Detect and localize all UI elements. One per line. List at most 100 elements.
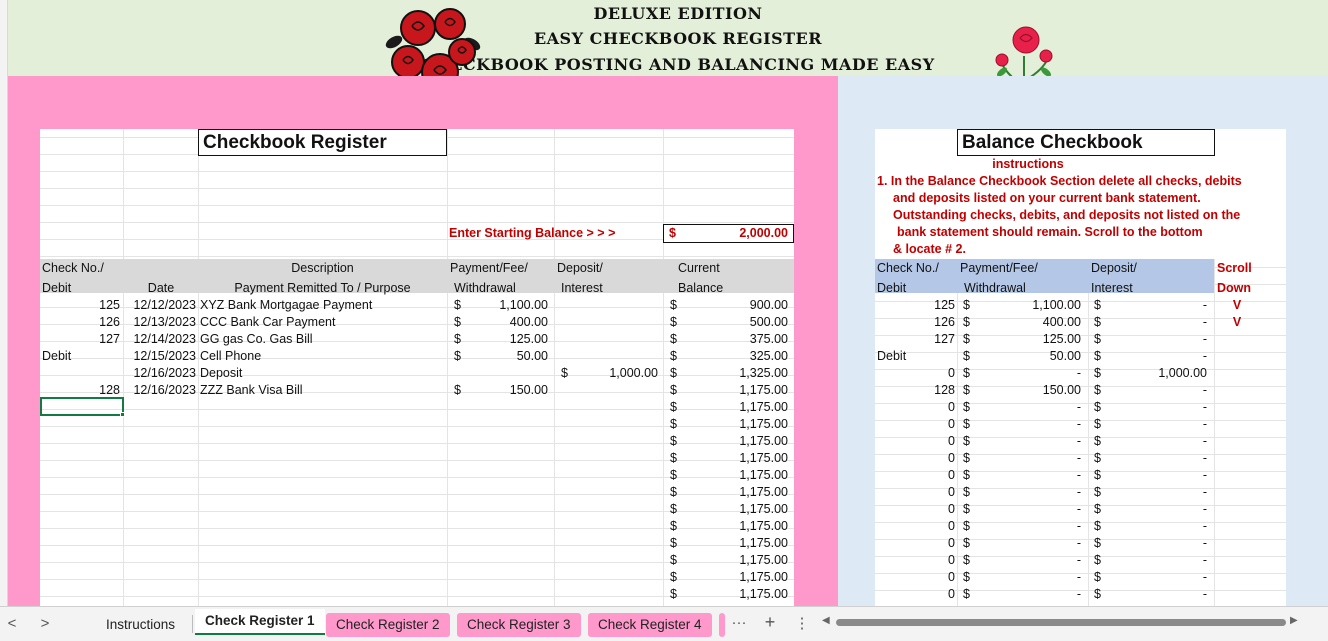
cell-check-no[interactable] <box>42 518 120 535</box>
balance-cell-deposit[interactable]: - <box>1107 535 1207 552</box>
balance-cell-deposit[interactable]: - <box>1107 399 1207 416</box>
balance-cell-payment[interactable]: - <box>977 569 1081 586</box>
scroll-right-icon[interactable]: ▶ <box>1290 615 1298 626</box>
tab-check-register-1[interactable]: Check Register 1 <box>195 609 325 635</box>
balance-cell-check-no[interactable]: 0 <box>877 552 955 569</box>
cell-check-no[interactable] <box>42 484 120 501</box>
cell-deposit[interactable] <box>576 399 658 416</box>
cell-payment[interactable] <box>470 399 548 416</box>
cell-description[interactable] <box>200 569 445 586</box>
tab-more-sheets-edge[interactable] <box>719 613 725 637</box>
starting-balance-value[interactable]: 2,000.00 <box>690 225 788 242</box>
balance-cell-check-no[interactable]: 0 <box>877 501 955 518</box>
cell-date[interactable]: 12/13/2023 <box>124 314 196 331</box>
cell-payment[interactable] <box>470 365 548 382</box>
balance-cell-payment[interactable]: - <box>977 450 1081 467</box>
balance-cell-deposit[interactable]: - <box>1107 569 1207 586</box>
balance-cell-payment[interactable]: 125.00 <box>977 331 1081 348</box>
cell-deposit[interactable] <box>576 484 658 501</box>
balance-cell-check-no[interactable]: 125 <box>877 297 955 314</box>
cell-deposit[interactable] <box>576 433 658 450</box>
balance-cell-deposit[interactable]: - <box>1107 382 1207 399</box>
cell-date[interactable]: 12/12/2023 <box>124 297 196 314</box>
cell-check-no[interactable] <box>42 569 120 586</box>
cell-payment[interactable]: 150.00 <box>470 382 548 399</box>
cell-check-no[interactable]: 126 <box>42 314 120 331</box>
balance-cell-payment[interactable]: - <box>977 467 1081 484</box>
balance-cell-deposit[interactable]: - <box>1107 416 1207 433</box>
balance-cell-payment[interactable]: - <box>977 501 1081 518</box>
cell-deposit[interactable] <box>576 382 658 399</box>
cell-description[interactable]: GG gas Co. Gas Bill <box>200 331 445 348</box>
cell-check-no[interactable] <box>42 433 120 450</box>
cell-deposit[interactable] <box>576 586 658 603</box>
balance-cell-deposit[interactable]: - <box>1107 484 1207 501</box>
balance-cell-check-no[interactable]: 0 <box>877 569 955 586</box>
cell-check-no[interactable] <box>42 450 120 467</box>
cell-description[interactable]: ZZZ Bank Visa Bill <box>200 382 445 399</box>
tab-check-register-3[interactable]: Check Register 3 <box>457 613 581 637</box>
more-tabs-button[interactable]: ··· <box>730 614 748 631</box>
fill-handle[interactable] <box>120 412 125 417</box>
cell-description[interactable] <box>200 518 445 535</box>
cell-date[interactable] <box>124 586 196 603</box>
cell-deposit[interactable] <box>576 314 658 331</box>
cell-date[interactable] <box>124 399 196 416</box>
balance-cell-payment[interactable]: - <box>977 535 1081 552</box>
balance-cell-deposit[interactable]: - <box>1107 501 1207 518</box>
cell-check-no[interactable]: Debit <box>42 348 120 365</box>
add-sheet-button[interactable]: + <box>762 612 778 633</box>
balance-cell-check-no[interactable]: 0 <box>877 450 955 467</box>
cell-date[interactable]: 12/14/2023 <box>124 331 196 348</box>
balance-cell-payment[interactable]: - <box>977 416 1081 433</box>
horizontal-scrollbar[interactable]: ◀ ▶ <box>822 615 1298 629</box>
cell-payment[interactable] <box>470 569 548 586</box>
balance-cell-deposit[interactable]: - <box>1107 433 1207 450</box>
cell-check-no[interactable] <box>42 535 120 552</box>
cell-date[interactable] <box>124 552 196 569</box>
balance-cell-payment[interactable]: 150.00 <box>977 382 1081 399</box>
cell-payment[interactable]: 50.00 <box>470 348 548 365</box>
balance-cell-payment[interactable]: - <box>977 518 1081 535</box>
cell-payment[interactable]: 1,100.00 <box>470 297 548 314</box>
cell-payment[interactable] <box>470 501 548 518</box>
balance-cell-deposit[interactable]: - <box>1107 331 1207 348</box>
cell-payment[interactable] <box>470 484 548 501</box>
balance-cell-payment[interactable]: - <box>977 552 1081 569</box>
cell-check-no[interactable] <box>42 501 120 518</box>
scroll-left-icon[interactable]: ◀ <box>822 615 830 626</box>
balance-cell-check-no[interactable]: 0 <box>877 518 955 535</box>
cell-payment[interactable]: 400.00 <box>470 314 548 331</box>
cell-date[interactable]: 12/15/2023 <box>124 348 196 365</box>
cell-deposit[interactable] <box>576 569 658 586</box>
cell-description[interactable] <box>200 433 445 450</box>
cell-date[interactable] <box>124 484 196 501</box>
cell-description[interactable]: Cell Phone <box>200 348 445 365</box>
cell-description[interactable]: Deposit <box>200 365 445 382</box>
balance-cell-deposit[interactable]: - <box>1107 348 1207 365</box>
balance-cell-check-no[interactable]: 126 <box>877 314 955 331</box>
cell-check-no[interactable] <box>42 467 120 484</box>
cell-check-no[interactable]: 127 <box>42 331 120 348</box>
balance-cell-payment[interactable]: 50.00 <box>977 348 1081 365</box>
balance-cell-check-no[interactable]: 0 <box>877 484 955 501</box>
tab-instructions[interactable]: Instructions <box>96 613 185 637</box>
cell-payment[interactable] <box>470 535 548 552</box>
cell-description[interactable] <box>200 535 445 552</box>
cell-deposit[interactable] <box>576 467 658 484</box>
cell-description[interactable]: CCC Bank Car Payment <box>200 314 445 331</box>
balance-cell-check-no[interactable]: 128 <box>877 382 955 399</box>
sheet-options-icon[interactable]: ⋮ <box>794 614 810 632</box>
cell-payment[interactable] <box>470 433 548 450</box>
cell-deposit[interactable] <box>576 416 658 433</box>
tab-check-register-2[interactable]: Check Register 2 <box>326 613 450 637</box>
balance-cell-check-no[interactable]: 0 <box>877 535 955 552</box>
cell-check-no[interactable]: 125 <box>42 297 120 314</box>
cell-deposit[interactable] <box>576 535 658 552</box>
cell-description[interactable] <box>200 416 445 433</box>
cell-deposit[interactable] <box>576 450 658 467</box>
balance-cell-payment[interactable]: 1,100.00 <box>977 297 1081 314</box>
cell-deposit[interactable] <box>576 552 658 569</box>
cell-check-no[interactable] <box>42 416 120 433</box>
balance-cell-payment[interactable]: - <box>977 399 1081 416</box>
